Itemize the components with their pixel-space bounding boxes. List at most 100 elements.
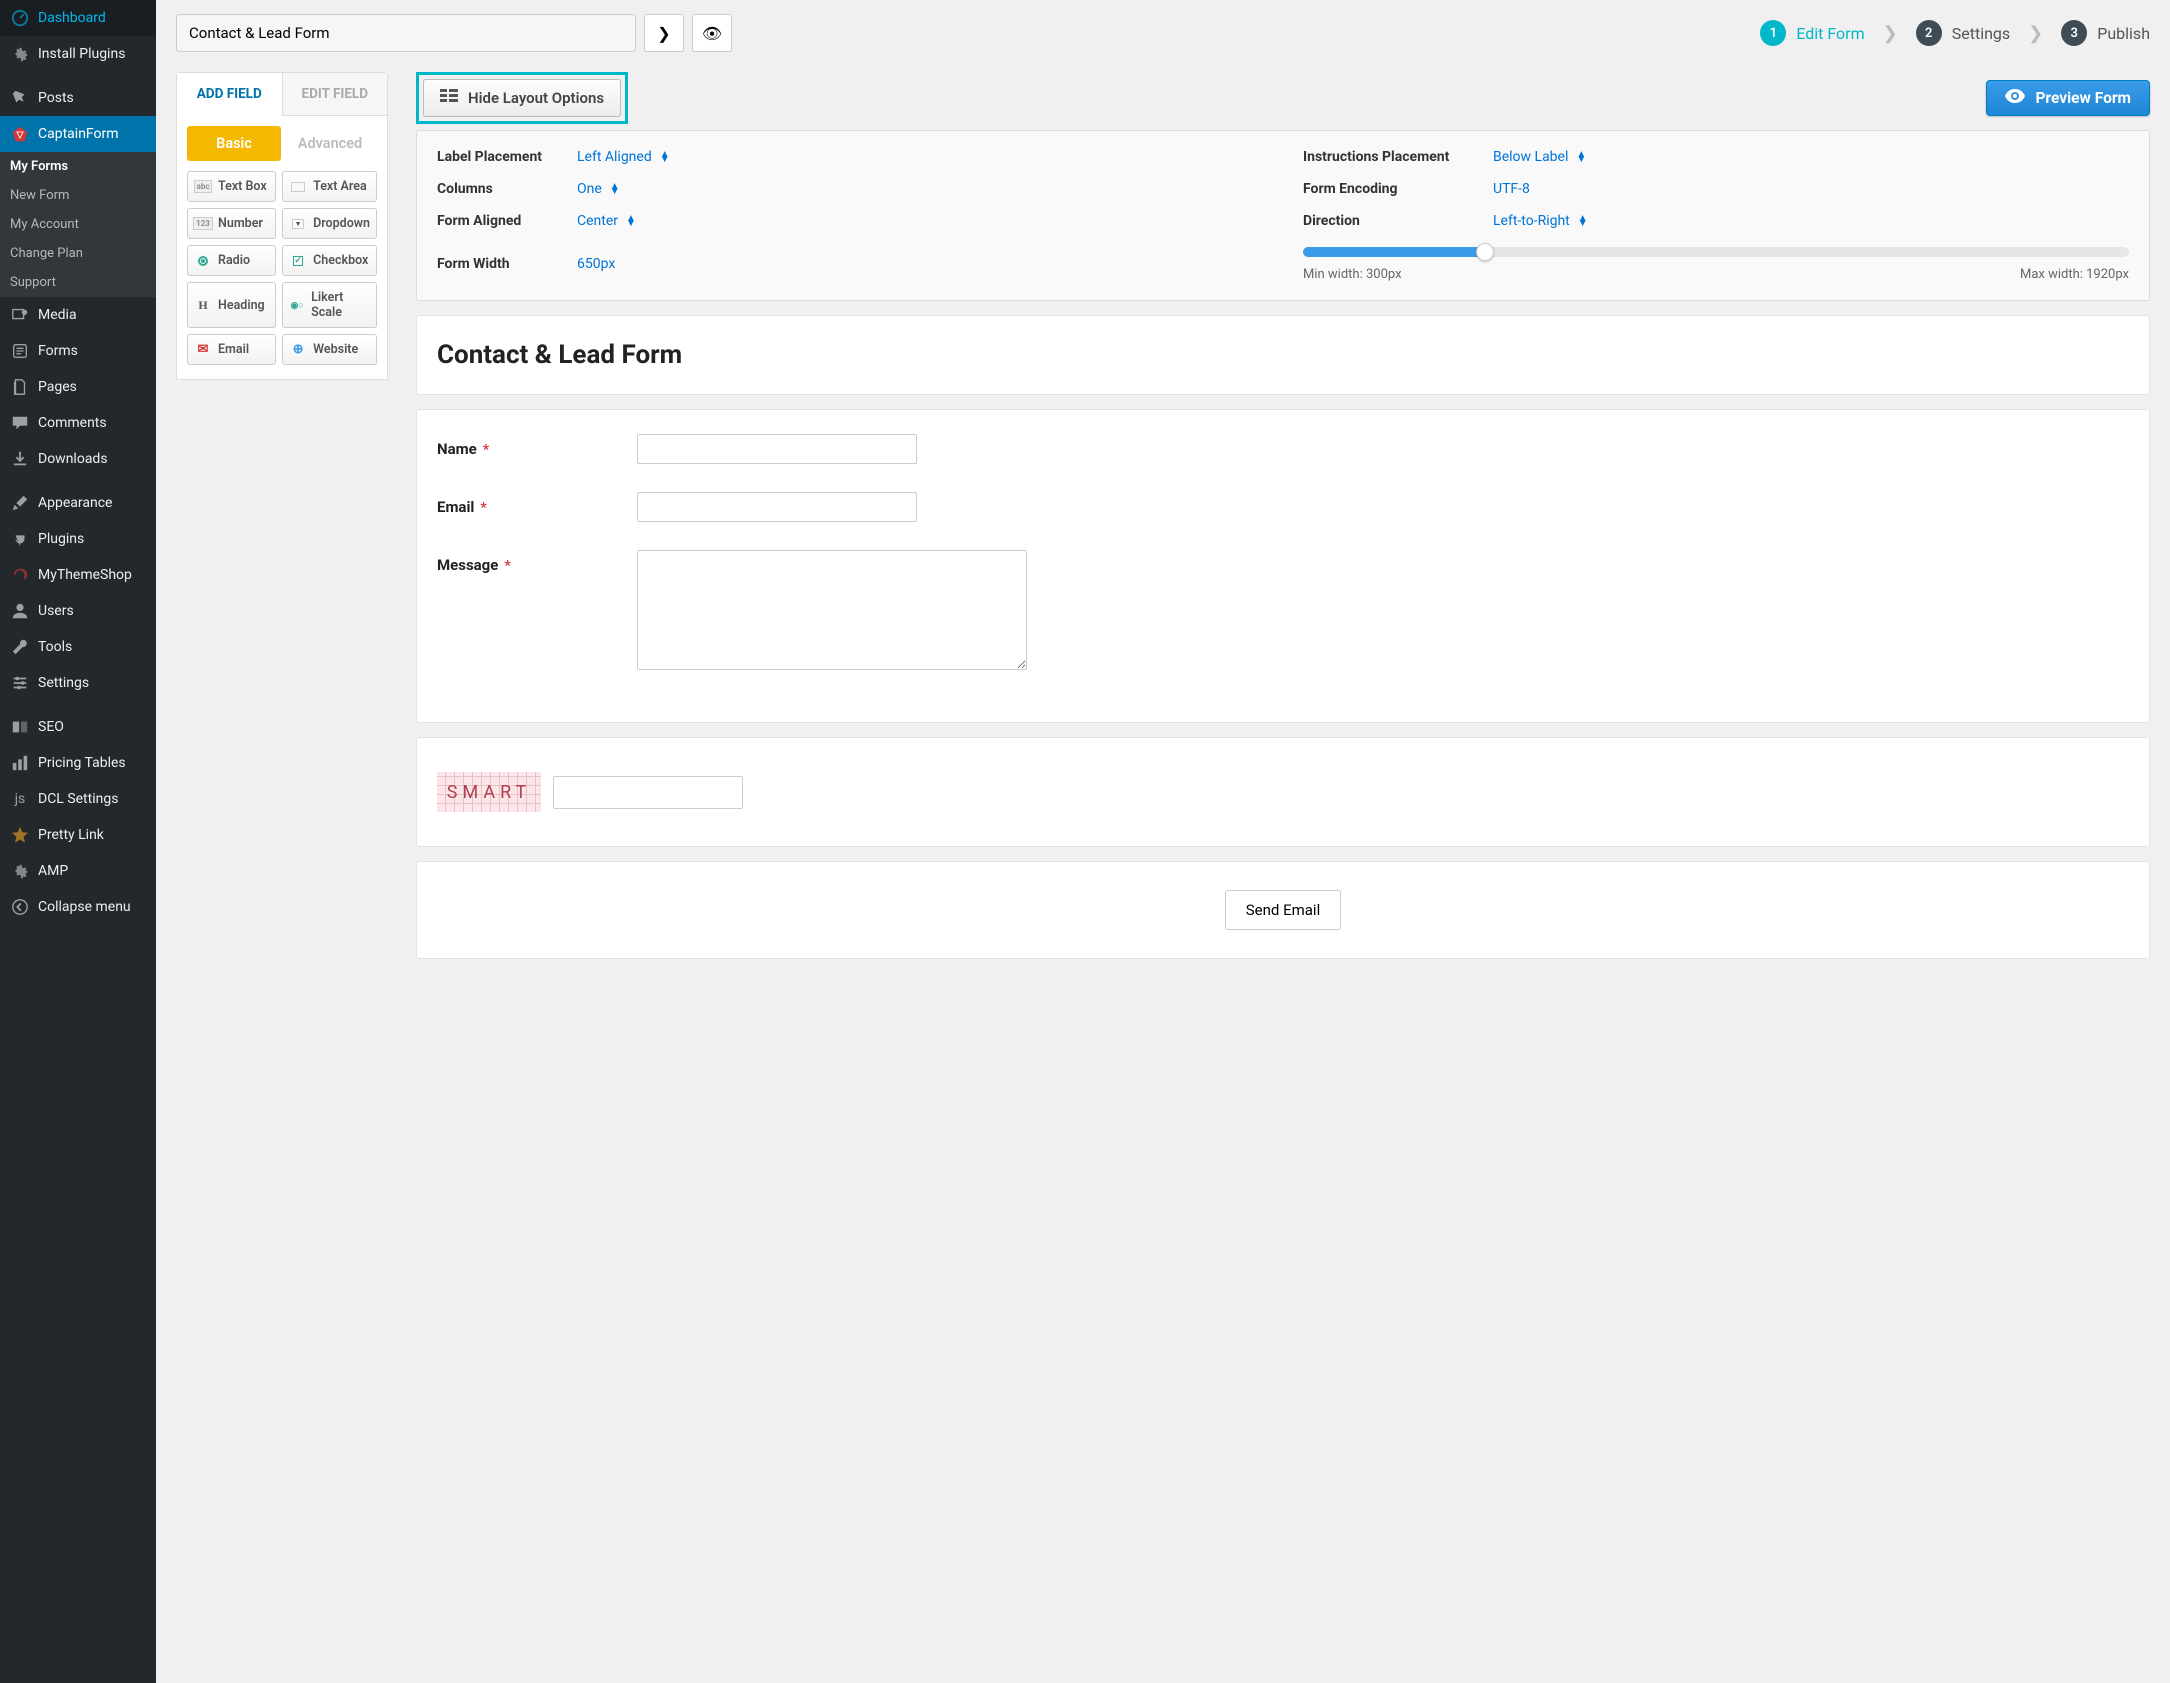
sidebar-item-mythemeshop[interactable]: MyThemeShop xyxy=(0,557,156,593)
step-edit-form[interactable]: 1Edit Form xyxy=(1760,20,1864,46)
field-label: Name* xyxy=(437,434,617,458)
sidebar-label: Forms xyxy=(38,343,78,359)
max-width-label: Max width: 1920px xyxy=(2020,267,2129,282)
sidebar-sub-new-form[interactable]: New Form xyxy=(0,181,156,210)
sidebar-item-comments[interactable]: Comments xyxy=(0,405,156,441)
captcha-input[interactable] xyxy=(553,776,743,809)
preview-form-label: Preview Form xyxy=(2035,89,2131,107)
tab-edit-field[interactable]: EDIT FIELD xyxy=(283,73,388,116)
hide-layout-highlight: Hide Layout Options xyxy=(416,72,628,124)
step-label: Settings xyxy=(1952,24,2010,43)
field-type-checkbox[interactable]: ✓Checkbox xyxy=(282,245,377,276)
subtab-basic[interactable]: Basic xyxy=(187,126,281,161)
gear-icon xyxy=(10,861,30,881)
preview-icon-button[interactable]: 👁 xyxy=(692,14,732,52)
form-aligned-select[interactable]: Center▲▼ xyxy=(577,213,636,229)
form-width-value[interactable]: 650px xyxy=(577,256,615,272)
pin-icon xyxy=(10,88,30,108)
field-type-text-area[interactable]: Text Area xyxy=(282,171,377,202)
columns-select[interactable]: One▲▼ xyxy=(577,181,620,197)
sidebar-item-media[interactable]: Media xyxy=(0,297,156,333)
hide-layout-button[interactable]: Hide Layout Options xyxy=(423,79,621,117)
sidebar-label: Users xyxy=(38,603,74,619)
sidebar-item-dashboard[interactable]: Dashboard xyxy=(0,0,156,36)
field-type-radio[interactable]: Radio xyxy=(187,245,276,276)
email-input[interactable] xyxy=(637,492,917,522)
message-input[interactable] xyxy=(637,550,1027,670)
svg-text:▽: ▽ xyxy=(16,131,25,141)
form-fields-panel: Name* Email* Message* xyxy=(416,409,2150,723)
field-type-text-box[interactable]: abcText Box xyxy=(187,171,276,202)
captcha-panel: SMART xyxy=(416,737,2150,847)
step-number: 1 xyxy=(1760,20,1786,46)
step-publish[interactable]: 3Publish xyxy=(2061,20,2150,46)
sidebar-item-forms[interactable]: Forms xyxy=(0,333,156,369)
field-type-email[interactable]: ✉Email xyxy=(187,334,276,365)
captcha-image: SMART xyxy=(437,772,541,812)
field-type-label: Text Area xyxy=(313,179,367,194)
sidebar-item-pretty-link[interactable]: Pretty Link xyxy=(0,817,156,853)
sidebar-label: Downloads xyxy=(38,451,108,467)
name-input[interactable] xyxy=(637,434,917,464)
chevron-right-icon: ❯ xyxy=(657,24,670,43)
sidebar-sub-support[interactable]: Support xyxy=(0,268,156,297)
field-type-likert-scale[interactable]: ◉○Likert Scale xyxy=(282,282,377,328)
sidebar-item-settings[interactable]: Settings xyxy=(0,665,156,701)
form-field-message: Message* xyxy=(437,550,2129,670)
direction-select[interactable]: Left-to-Right▲▼ xyxy=(1493,213,1588,229)
field-type-dropdown[interactable]: ▼Dropdown xyxy=(282,208,377,239)
area-icon xyxy=(289,180,307,194)
sidebar-item-plugins[interactable]: Plugins xyxy=(0,521,156,557)
plug-icon xyxy=(10,529,30,549)
sidebar-item-downloads[interactable]: Downloads xyxy=(0,441,156,477)
instructions-select[interactable]: Below Label▲▼ xyxy=(1493,149,1586,165)
sidebar-item-pages[interactable]: Pages xyxy=(0,369,156,405)
sidebar-item-appearance[interactable]: Appearance xyxy=(0,485,156,521)
layout-icon xyxy=(440,89,458,107)
step-nav: 1Edit Form❯2Settings❯3Publish xyxy=(1760,20,2150,46)
sidebar-sub-change-plan[interactable]: Change Plan xyxy=(0,239,156,268)
field-type-heading[interactable]: HHeading xyxy=(187,282,276,328)
sidebar-item-install-plugins[interactable]: Install Plugins xyxy=(0,36,156,72)
field-type-number[interactable]: 123Number xyxy=(187,208,276,239)
subtab-advanced[interactable]: Advanced xyxy=(283,126,377,161)
required-asterisk: * xyxy=(504,558,510,574)
field-type-website[interactable]: ⊕Website xyxy=(282,334,377,365)
label-placement-select[interactable]: Left Aligned▲▼ xyxy=(577,149,670,165)
preview-form-button[interactable]: Preview Form xyxy=(1986,80,2150,116)
sidebar-item-amp[interactable]: AMP xyxy=(0,853,156,889)
encoding-value[interactable]: UTF-8 xyxy=(1493,181,1530,197)
sidebar-item-captainform[interactable]: ▽CaptainForm xyxy=(0,116,156,152)
sidebar-item-dcl-settings[interactable]: jsDCL Settings xyxy=(0,781,156,817)
sidebar-sub-my-forms[interactable]: My Forms xyxy=(0,152,156,181)
gear-icon xyxy=(10,44,30,64)
field-type-label: Heading xyxy=(218,298,265,313)
send-email-button[interactable]: Send Email xyxy=(1225,890,1341,930)
sidebar-label: Plugins xyxy=(38,531,84,547)
sidebar-item-users[interactable]: Users xyxy=(0,593,156,629)
sidebar-label: Pretty Link xyxy=(38,827,104,843)
brush-icon xyxy=(10,493,30,513)
instructions-placement-row: Instructions Placement Below Label▲▼ xyxy=(1303,149,2129,165)
width-slider-wrap: Min width: 300px Max width: 1920px xyxy=(1303,245,2129,282)
abc-icon: abc xyxy=(194,180,212,194)
step-settings[interactable]: 2Settings xyxy=(1916,20,2010,46)
slider-fill xyxy=(1303,247,1485,257)
check-icon: ✓ xyxy=(289,254,307,268)
forward-button[interactable]: ❯ xyxy=(644,14,684,52)
sidebar-item-posts[interactable]: Posts xyxy=(0,80,156,116)
sidebar-item-seo[interactable]: SEO xyxy=(0,709,156,745)
sidebar-item-collapse-menu[interactable]: Collapse menu xyxy=(0,889,156,925)
sidebar-item-tools[interactable]: Tools xyxy=(0,629,156,665)
form-field-email: Email* xyxy=(437,492,2129,522)
tab-add-field[interactable]: ADD FIELD xyxy=(177,73,283,116)
field-panel: ADD FIELDEDIT FIELD BasicAdvanced abcTex… xyxy=(176,72,388,380)
layout-label: Form Encoding xyxy=(1303,181,1493,197)
sidebar-item-pricing-tables[interactable]: Pricing Tables xyxy=(0,745,156,781)
required-asterisk: * xyxy=(483,442,489,458)
width-slider[interactable] xyxy=(1303,247,2129,257)
globe-icon: ⊕ xyxy=(289,343,307,357)
form-title-input[interactable] xyxy=(176,14,636,52)
sidebar-sub-my-account[interactable]: My Account xyxy=(0,210,156,239)
slider-thumb[interactable] xyxy=(1476,243,1494,261)
